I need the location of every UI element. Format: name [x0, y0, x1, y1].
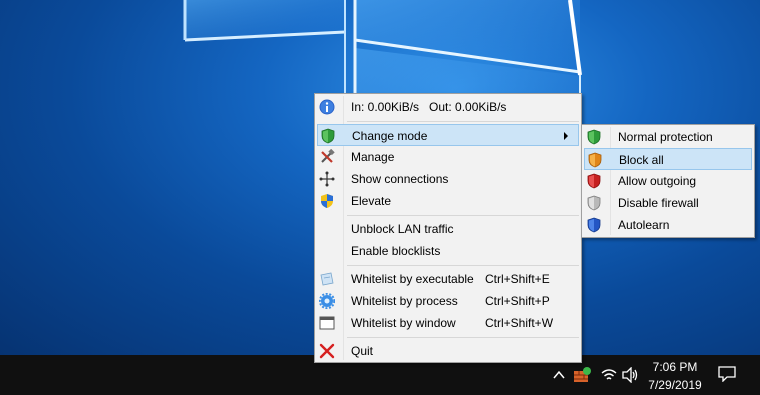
- elevate-label: Elevate: [351, 194, 392, 208]
- wifi-icon[interactable]: [601, 368, 617, 382]
- menu-item-change-mode[interactable]: Change mode: [317, 124, 579, 146]
- shield-green-icon: [587, 129, 601, 145]
- show-hidden-icons-chevron-icon[interactable]: [552, 368, 566, 382]
- taskbar-clock[interactable]: 7:06 PM 7/29/2019: [640, 358, 710, 394]
- block-all-label: Block all: [619, 153, 664, 167]
- tools-icon: [321, 149, 335, 163]
- menu-separator: [347, 337, 579, 338]
- close-icon: [319, 343, 335, 359]
- whitelist-process-shortcut: Ctrl+Shift+P: [485, 294, 550, 308]
- window-icon: [319, 316, 335, 330]
- menu-item-elevate[interactable]: Elevate: [317, 190, 579, 212]
- stats-label: In: 0.00KiB/s Out: 0.00KiB/s: [351, 100, 507, 114]
- shield-blue-icon: [587, 217, 601, 233]
- submenu-item-autolearn[interactable]: Autolearn: [584, 214, 752, 236]
- submenu-item-disable-firewall[interactable]: Disable firewall: [584, 192, 752, 214]
- whitelist-executable-label: Whitelist by executable: [351, 272, 474, 286]
- change-mode-submenu: Normal protection Block all Allow outgoi…: [581, 124, 755, 238]
- info-icon: [319, 99, 335, 115]
- submenu-item-normal-protection[interactable]: Normal protection: [584, 126, 752, 148]
- whitelist-process-label: Whitelist by process: [351, 294, 458, 308]
- menu-item-show-connections[interactable]: Show connections: [317, 168, 579, 190]
- submenu-arrow-icon: [564, 132, 568, 140]
- file-icon: [320, 272, 334, 286]
- normal-protection-label: Normal protection: [618, 130, 713, 144]
- network-icon: [319, 171, 335, 187]
- change-mode-label: Change mode: [352, 129, 428, 143]
- menu-separator: [347, 265, 579, 266]
- menu-separator: [347, 215, 579, 216]
- disable-firewall-label: Disable firewall: [618, 196, 699, 210]
- allow-outgoing-label: Allow outgoing: [618, 174, 697, 188]
- unblock-lan-label: Unblock LAN traffic: [351, 222, 454, 236]
- autolearn-label: Autolearn: [618, 218, 670, 232]
- menu-item-enable-blocklists[interactable]: Enable blocklists: [317, 240, 579, 262]
- clock-time: 7:06 PM: [652, 360, 698, 374]
- menu-item-whitelist-executable[interactable]: Whitelist by executable Ctrl+Shift+E: [317, 268, 579, 290]
- menu-item-manage[interactable]: Manage: [317, 146, 579, 168]
- manage-label: Manage: [351, 150, 395, 164]
- menu-item-stats: In: 0.00KiB/s Out: 0.00KiB/s: [317, 96, 579, 118]
- gear-icon: [319, 293, 335, 309]
- menu-item-whitelist-window[interactable]: Whitelist by window Ctrl+Shift+W: [317, 312, 579, 334]
- whitelist-window-label: Whitelist by window: [351, 316, 456, 330]
- show-connections-label: Show connections: [351, 172, 449, 186]
- firewall-tray-icon[interactable]: [573, 366, 591, 384]
- shield-red-icon: [587, 173, 601, 189]
- clock-date: 7/29/2019: [648, 378, 702, 392]
- volume-icon[interactable]: [622, 367, 640, 383]
- shield-gray-icon: [587, 195, 601, 211]
- menu-item-quit[interactable]: Quit: [317, 340, 579, 362]
- menu-separator: [347, 121, 579, 122]
- uac-shield-icon: [321, 194, 333, 208]
- action-center-icon[interactable]: [718, 366, 736, 382]
- submenu-item-allow-outgoing[interactable]: Allow outgoing: [584, 170, 752, 192]
- quit-label: Quit: [351, 344, 374, 358]
- menu-item-whitelist-process[interactable]: Whitelist by process Ctrl+Shift+P: [317, 290, 579, 312]
- whitelist-executable-shortcut: Ctrl+Shift+E: [485, 272, 550, 286]
- tray-context-menu: In: 0.00KiB/s Out: 0.00KiB/s Change mode…: [314, 93, 582, 363]
- submenu-item-block-all[interactable]: Block all: [584, 148, 752, 170]
- enable-blocklists-label: Enable blocklists: [351, 244, 441, 258]
- shield-orange-icon: [588, 152, 602, 168]
- whitelist-window-shortcut: Ctrl+Shift+W: [485, 316, 554, 330]
- menu-item-unblock-lan[interactable]: Unblock LAN traffic: [317, 218, 579, 240]
- shield-green-icon: [321, 128, 335, 144]
